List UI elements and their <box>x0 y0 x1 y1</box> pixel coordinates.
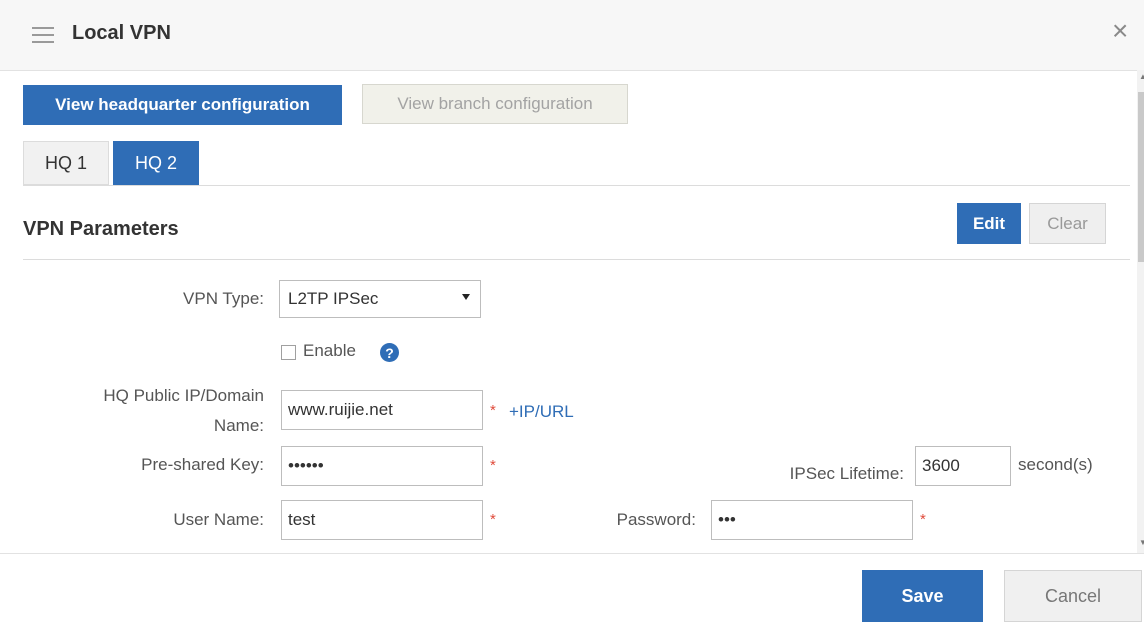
username-label: User Name: <box>173 510 264 529</box>
enable-label: Enable <box>303 341 356 360</box>
scroll-down-arrow-icon[interactable]: ▼ <box>1139 538 1144 547</box>
dialog-title: Local VPN <box>72 22 171 44</box>
section-title: VPN Parameters <box>23 218 179 240</box>
dropdown-arrow-icon <box>462 294 470 300</box>
enable-checkbox[interactable] <box>281 345 296 360</box>
required-mark: * <box>920 511 926 528</box>
ipsec-lifetime-label: IPSec Lifetime: <box>789 464 904 483</box>
view-headquarter-config-button[interactable]: View headquarter configuration <box>23 85 342 125</box>
hamburger-menu-icon[interactable] <box>32 27 54 43</box>
pre-shared-key-label: Pre-shared Key: <box>141 455 264 474</box>
cancel-button[interactable]: Cancel <box>1004 570 1142 622</box>
pre-shared-key-input[interactable]: •••••• <box>281 446 483 486</box>
edit-button[interactable]: Edit <box>957 203 1021 244</box>
tab-divider <box>23 185 1130 186</box>
help-icon[interactable]: ? <box>380 343 399 362</box>
add-ip-url-link[interactable]: +IP/URL <box>509 402 574 422</box>
password-input[interactable]: ••• <box>711 500 913 540</box>
tab-hq1[interactable]: HQ 1 <box>23 141 109 185</box>
scroll-up-arrow-icon[interactable]: ▲ <box>1139 72 1144 81</box>
tab-hq2[interactable]: HQ 2 <box>113 141 199 185</box>
required-mark: * <box>490 511 496 528</box>
section-divider <box>23 259 1130 260</box>
close-icon[interactable]: × <box>1112 17 1128 45</box>
hq-public-ip-label-line1: HQ Public IP/Domain <box>103 386 264 405</box>
username-input[interactable]: test <box>281 500 483 540</box>
required-mark: * <box>490 457 496 474</box>
hq-public-ip-input[interactable]: www.ruijie.net <box>281 390 483 430</box>
hq-public-ip-label-line2: Name: <box>213 416 264 435</box>
vpn-type-label: VPN Type: <box>183 289 264 308</box>
vpn-type-select[interactable]: L2TP IPSec <box>279 280 481 318</box>
required-mark: * <box>490 402 496 419</box>
clear-button[interactable]: Clear <box>1029 203 1106 244</box>
vpn-type-value: L2TP IPSec <box>288 289 379 308</box>
ipsec-lifetime-unit: second(s) <box>1018 455 1093 474</box>
dialog-header: Local VPN × <box>0 0 1144 71</box>
scrollbar-thumb[interactable] <box>1138 92 1144 262</box>
save-button[interactable]: Save <box>862 570 983 622</box>
ipsec-lifetime-input[interactable]: 3600 <box>915 446 1011 486</box>
password-label: Password: <box>616 510 696 529</box>
view-branch-config-button[interactable]: View branch configuration <box>362 84 628 124</box>
